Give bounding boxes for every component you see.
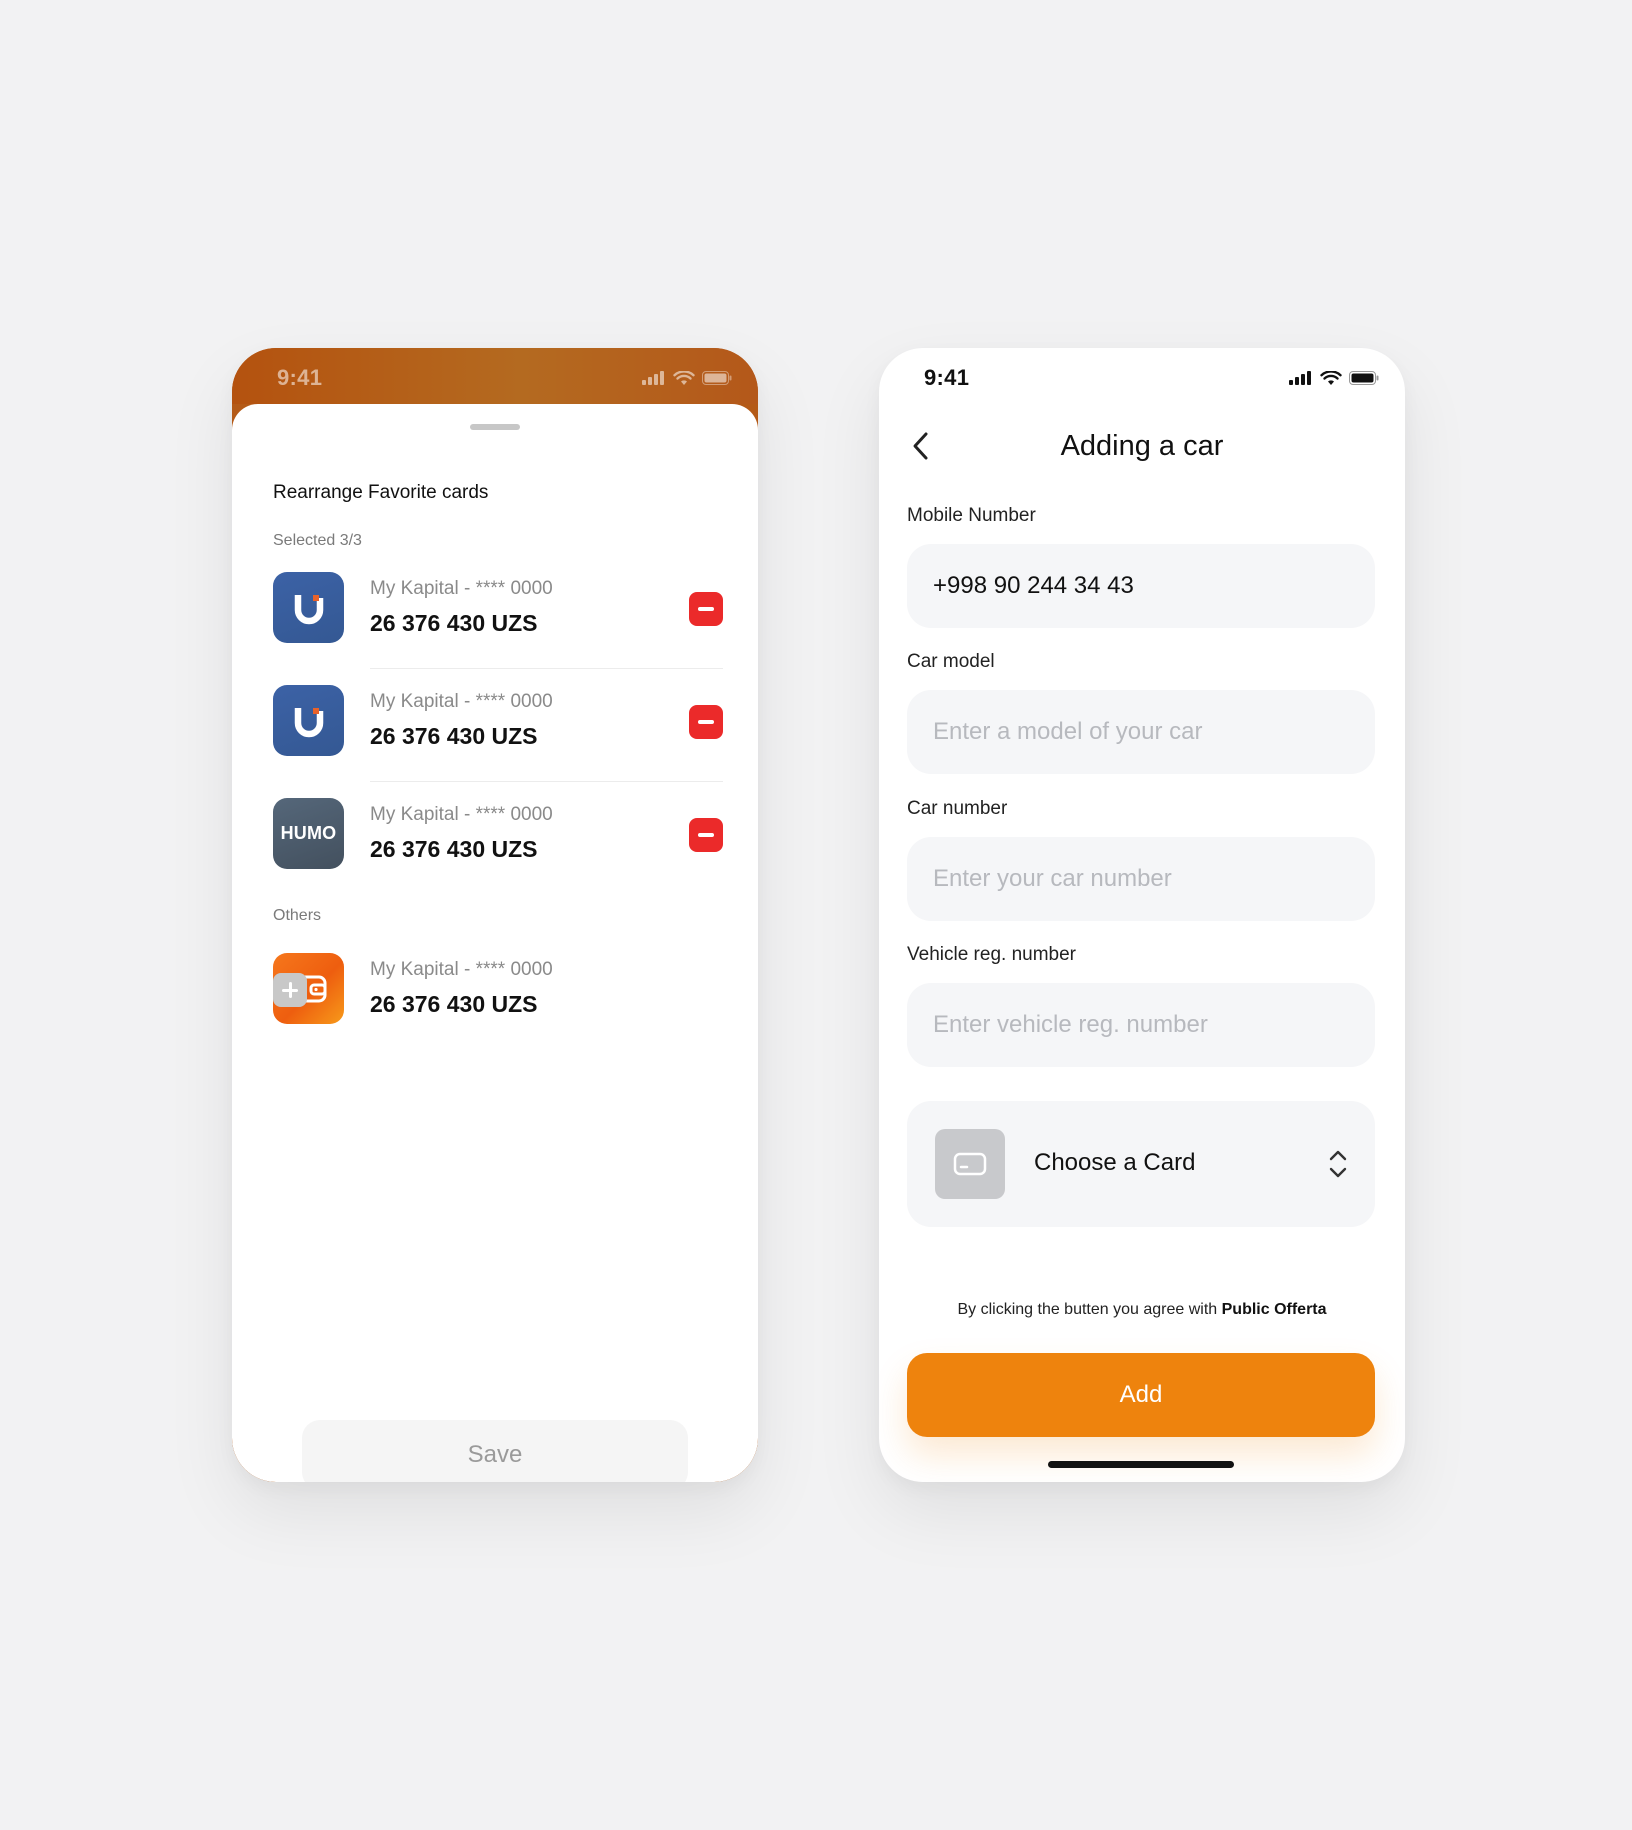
bottom-sheet: Rearrange Favorite cards Selected 3/3 My… [232, 404, 758, 1482]
card-icon [935, 1129, 1005, 1199]
card-amount: 26 376 430 UZS [370, 836, 538, 862]
add-button[interactable]: Add [907, 1353, 1375, 1437]
card-row[interactable]: My Kapital - **** 0000 26 376 430 UZS [273, 685, 723, 757]
remove-card-button[interactable] [689, 705, 723, 739]
wifi-icon [1320, 370, 1342, 385]
public-offerta-link[interactable]: Public Offerta [1222, 1301, 1327, 1318]
status-bar: 9:41 [879, 348, 1405, 404]
save-button[interactable]: Save [302, 1420, 688, 1482]
sheet-grabber[interactable] [470, 424, 520, 430]
selected-label: Selected 3/3 [273, 532, 362, 549]
battery-icon [702, 371, 732, 385]
adding-car-screen: 9:41 Adding a car Mobile Number Car mode… [879, 348, 1405, 1482]
car-model-field[interactable] [907, 690, 1375, 774]
status-time: 9:41 [924, 365, 970, 390]
add-card-button[interactable] [273, 973, 307, 1007]
car-number-label: Car number [907, 798, 1008, 819]
card-row[interactable]: My Kapital - **** 0000 26 376 430 UZS [273, 572, 723, 644]
status-icons [1289, 370, 1379, 386]
signal-icon [642, 371, 664, 385]
page-title: Adding a car [1060, 430, 1224, 462]
mobile-number-label: Mobile Number [907, 505, 1036, 526]
status-bar: 9:41 [232, 348, 758, 404]
humo-logo-text: HUMO [280, 823, 337, 843]
sheet-title: Rearrange Favorite cards [273, 482, 489, 503]
divider [370, 668, 723, 669]
card-subtitle: My Kapital - **** 0000 [370, 804, 553, 825]
wifi-icon [673, 370, 695, 385]
humo-logo: HUMO [273, 798, 344, 869]
choose-card-select[interactable]: Choose a Card [907, 1101, 1375, 1227]
mobile-number-field[interactable] [907, 544, 1375, 628]
card-subtitle: My Kapital - **** 0000 [370, 959, 553, 980]
card-amount: 26 376 430 UZS [370, 723, 538, 749]
offerta-text: By clicking the butten you agree with [957, 1301, 1222, 1318]
status-time: 9:41 [277, 365, 323, 390]
uzcard-u-logo [273, 685, 344, 756]
divider [370, 781, 723, 782]
card-subtitle: My Kapital - **** 0000 [370, 578, 553, 599]
choose-card-label: Choose a Card [1034, 1149, 1196, 1176]
status-icons [642, 370, 732, 386]
remove-card-button[interactable] [689, 592, 723, 626]
card-row[interactable]: HUMO My Kapital - **** 0000 26 376 430 U… [273, 798, 723, 870]
car-number-field[interactable] [907, 837, 1375, 921]
battery-icon [1349, 371, 1379, 385]
card-amount: 26 376 430 UZS [370, 610, 538, 636]
rearrange-cards-screen: 9:41 Rearrange Favorite cards Selected 3… [232, 348, 758, 1482]
uzcard-u-logo [273, 572, 344, 643]
signal-icon [1289, 371, 1311, 385]
remove-card-button[interactable] [689, 818, 723, 852]
card-subtitle: My Kapital - **** 0000 [370, 691, 553, 712]
card-amount: 26 376 430 UZS [370, 991, 538, 1017]
car-model-label: Car model [907, 651, 995, 672]
vehicle-reg-field[interactable] [907, 983, 1375, 1067]
chevron-up-down-icon [1329, 1150, 1347, 1178]
card-row[interactable]: My Kapital - **** 0000 26 376 430 UZS [273, 953, 723, 1025]
offerta-note: By clicking the butten you agree with Pu… [879, 1301, 1405, 1319]
others-label: Others [273, 907, 322, 924]
home-indicator [1048, 1461, 1234, 1468]
vehicle-reg-label: Vehicle reg. number [907, 944, 1076, 965]
